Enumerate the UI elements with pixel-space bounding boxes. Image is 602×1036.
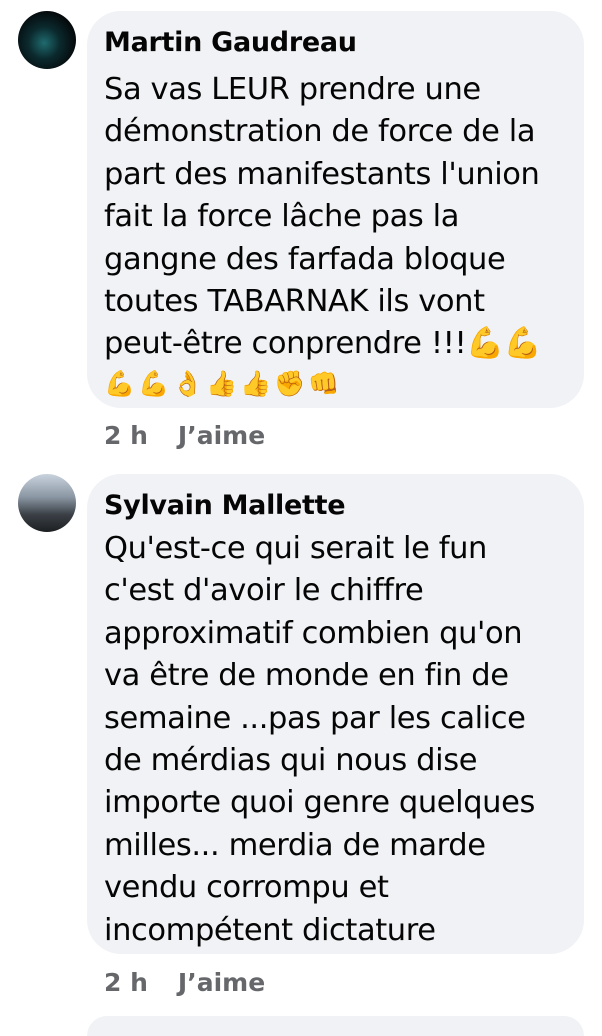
comment-timestamp[interactable]: 2 h: [104, 421, 148, 451]
comment-text: Qu'est-ce qui serait le fun c'est d'avoi…: [104, 531, 535, 948]
flexed-biceps-icon: 💪: [104, 368, 136, 398]
emoji-row: 💪 💪 👌 👍 👍 ✊ 👊: [104, 368, 566, 400]
raised-fist-icon: ✊: [274, 368, 306, 398]
avatar[interactable]: [18, 474, 76, 532]
comment-timestamp[interactable]: 2 h: [104, 968, 148, 998]
flexed-biceps-icon: 💪: [138, 368, 170, 398]
comment-author[interactable]: Sylvain Mallette: [104, 488, 566, 524]
thumbs-up-icon: 👍: [206, 368, 238, 398]
comment-meta: 2 h J’aime: [104, 968, 265, 998]
comment-bubble: Martin Gaudreau Sa vas LEUR prendre une …: [87, 11, 584, 408]
next-comment-bubble: [87, 1016, 584, 1036]
comment-bubble: Sylvain Mallette Qu'est-ce qui serait le…: [87, 474, 584, 954]
avatar[interactable]: [18, 11, 76, 69]
oncoming-fist-icon: 👊: [308, 368, 340, 398]
comment-text: Sa vas LEUR prendre une démonstration de…: [104, 72, 542, 362]
comment-author[interactable]: Martin Gaudreau: [104, 25, 566, 61]
thumbs-up-icon: 👍: [240, 368, 272, 398]
ok-hand-icon: 👌: [172, 368, 204, 398]
like-button[interactable]: J’aime: [178, 421, 265, 451]
like-button[interactable]: J’aime: [178, 968, 265, 998]
comment-meta: 2 h J’aime: [104, 421, 265, 451]
